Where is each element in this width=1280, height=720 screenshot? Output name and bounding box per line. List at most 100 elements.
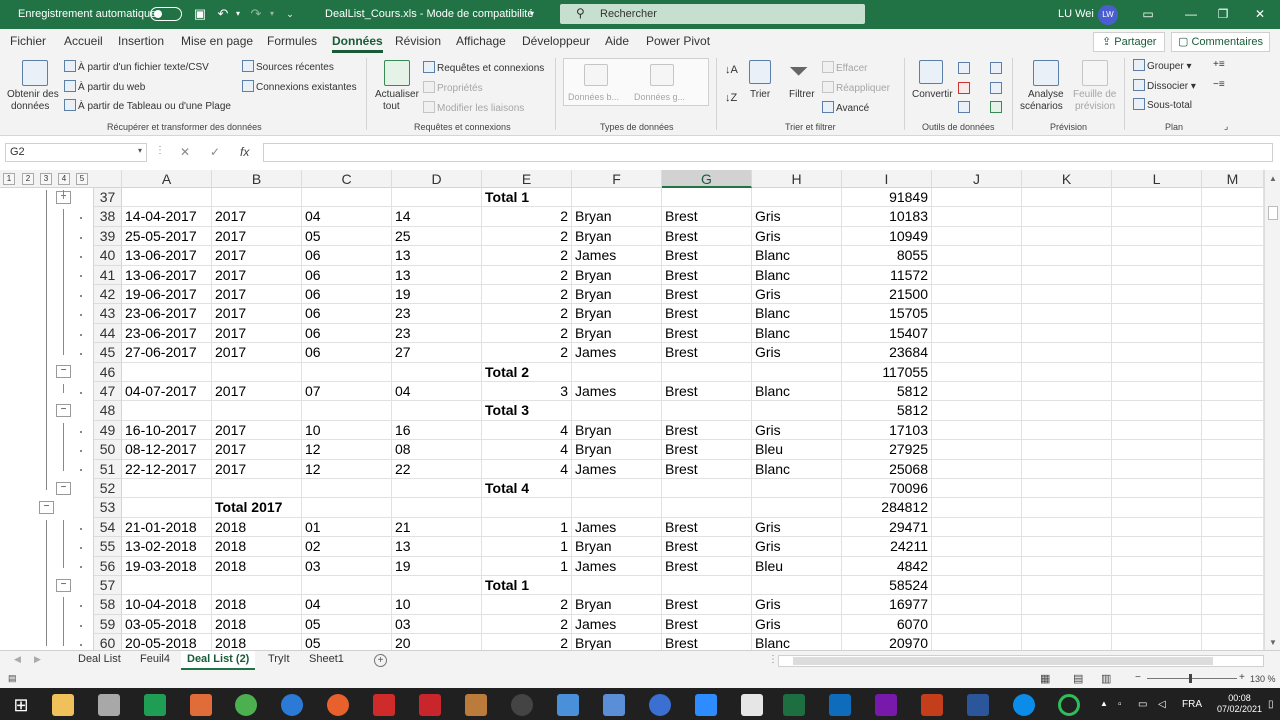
row-header[interactable]: 43: [94, 304, 122, 324]
zoom-out-icon[interactable]: −: [1135, 672, 1141, 683]
cell-b[interactable]: 2018: [212, 537, 302, 557]
column-header-c[interactable]: C: [302, 170, 392, 188]
row-header[interactable]: 51: [94, 459, 122, 479]
cell-k[interactable]: [1022, 517, 1112, 538]
cell-a[interactable]: 23-06-2017: [122, 323, 212, 344]
cell-c[interactable]: 12: [302, 459, 392, 479]
cell-h[interactable]: [752, 576, 842, 596]
outline-level-1-button[interactable]: 1: [3, 173, 15, 185]
app-mind-icon[interactable]: [419, 694, 441, 716]
customize-qat-icon[interactable]: ⌄: [282, 6, 298, 22]
cell-m[interactable]: [1202, 188, 1264, 208]
cell-m[interactable]: [1202, 595, 1264, 615]
row-header[interactable]: 50: [94, 440, 122, 460]
subtotal-button[interactable]: Sous-total: [1133, 98, 1192, 111]
from-text-button[interactable]: À partir d'un fichier texte/CSV: [64, 60, 209, 73]
reapply-button[interactable]: Réappliquer: [822, 81, 890, 94]
cell-i[interactable]: 70096: [842, 479, 932, 499]
cell-a[interactable]: [122, 188, 212, 208]
cell-a[interactable]: [122, 576, 212, 596]
cell-b[interactable]: [212, 401, 302, 421]
cell-l[interactable]: [1112, 304, 1202, 324]
page-layout-view-icon[interactable]: ▤: [1073, 672, 1083, 685]
cell-j[interactable]: [932, 420, 1022, 441]
cell-i[interactable]: 20970: [842, 634, 932, 650]
cell-d[interactable]: 13: [392, 265, 482, 285]
excel-taskbar-icon[interactable]: [783, 694, 805, 716]
cell-f[interactable]: Bryan: [572, 440, 662, 460]
cell-d[interactable]: 08: [392, 440, 482, 460]
tab-donnees[interactable]: Données: [332, 34, 383, 53]
cell-c[interactable]: 06: [302, 246, 392, 266]
cell-f[interactable]: James: [572, 459, 662, 479]
cell-d[interactable]: [392, 479, 482, 499]
cell-h[interactable]: Gris: [752, 343, 842, 363]
cell-c[interactable]: 06: [302, 323, 392, 344]
comments-button[interactable]: ▢ Commentaires: [1171, 32, 1270, 52]
cell-g[interactable]: Brest: [662, 226, 752, 247]
cell-i[interactable]: 58524: [842, 576, 932, 596]
horizontal-scrollbar[interactable]: [778, 655, 1264, 667]
cell-a[interactable]: 21-01-2018: [122, 517, 212, 538]
cell-b[interactable]: 2017: [212, 420, 302, 441]
refresh-all-label-1[interactable]: Actualiser: [375, 89, 419, 100]
cell-e[interactable]: 2: [482, 323, 572, 344]
cell-i[interactable]: 5812: [842, 382, 932, 402]
cell-b[interactable]: 2017: [212, 226, 302, 247]
cell-b[interactable]: [212, 188, 302, 208]
cell-f[interactable]: [572, 498, 662, 518]
cell-e[interactable]: Total 1: [482, 188, 572, 208]
cell-k[interactable]: [1022, 188, 1112, 208]
language-indicator[interactable]: FRA: [1182, 699, 1202, 710]
cell-l[interactable]: [1112, 459, 1202, 479]
cell-d[interactable]: [392, 576, 482, 596]
cell-a[interactable]: 23-06-2017: [122, 304, 212, 324]
column-header-f[interactable]: F: [572, 170, 662, 188]
tab-affichage[interactable]: Affichage: [456, 34, 506, 48]
tab-power-pivot[interactable]: Power Pivot: [646, 34, 710, 48]
cell-k[interactable]: [1022, 498, 1112, 518]
tab-developpeur[interactable]: Développeur: [522, 34, 590, 48]
cell-h[interactable]: [752, 479, 842, 499]
column-header-i[interactable]: I: [842, 170, 932, 188]
cell-a[interactable]: 19-03-2018: [122, 556, 212, 576]
cell-f[interactable]: Bryan: [572, 285, 662, 305]
row-header[interactable]: 38: [94, 207, 122, 227]
cell-j[interactable]: [932, 401, 1022, 421]
horizontal-scroll-thumb[interactable]: [793, 657, 1213, 665]
what-if-label-2[interactable]: scénarios: [1020, 101, 1063, 112]
cell-e[interactable]: 2: [482, 207, 572, 227]
cell-m[interactable]: [1202, 323, 1264, 344]
queries-connections-button[interactable]: Requêtes et connexions: [423, 61, 544, 74]
cell-j[interactable]: [932, 459, 1022, 479]
cell-f[interactable]: Bryan: [572, 420, 662, 441]
redo-icon[interactable]: ↷: [248, 6, 264, 22]
cell-l[interactable]: [1112, 285, 1202, 305]
app-network-icon[interactable]: [603, 694, 625, 716]
cell-a[interactable]: 27-06-2017: [122, 343, 212, 363]
cell-h[interactable]: Gris: [752, 537, 842, 557]
convert-button[interactable]: Convertir: [912, 89, 953, 100]
relationships-icon[interactable]: [990, 82, 1002, 94]
cell-g[interactable]: Brest: [662, 246, 752, 266]
cell-b[interactable]: 2017: [212, 265, 302, 285]
cell-c[interactable]: 05: [302, 226, 392, 247]
cell-m[interactable]: [1202, 576, 1264, 596]
minimize-icon[interactable]: —: [1183, 6, 1199, 22]
cell-h[interactable]: [752, 498, 842, 518]
cell-j[interactable]: [932, 382, 1022, 402]
cell-g[interactable]: Brest: [662, 285, 752, 305]
notifications-icon[interactable]: ▯: [1268, 699, 1274, 710]
remove-duplicates-icon[interactable]: [958, 82, 970, 94]
onenote-icon[interactable]: [875, 694, 897, 716]
cell-b[interactable]: 2018: [212, 634, 302, 650]
row-header[interactable]: 58: [94, 595, 122, 615]
page-break-view-icon[interactable]: ▥: [1101, 672, 1111, 685]
cell-j[interactable]: [932, 479, 1022, 499]
cell-k[interactable]: [1022, 479, 1112, 499]
row-header[interactable]: 56: [94, 556, 122, 576]
cell-e[interactable]: 1: [482, 537, 572, 557]
zoom-app-icon[interactable]: [695, 694, 717, 716]
collapse-group-button[interactable]: −: [56, 404, 71, 418]
cancel-icon[interactable]: ✕: [180, 145, 190, 159]
